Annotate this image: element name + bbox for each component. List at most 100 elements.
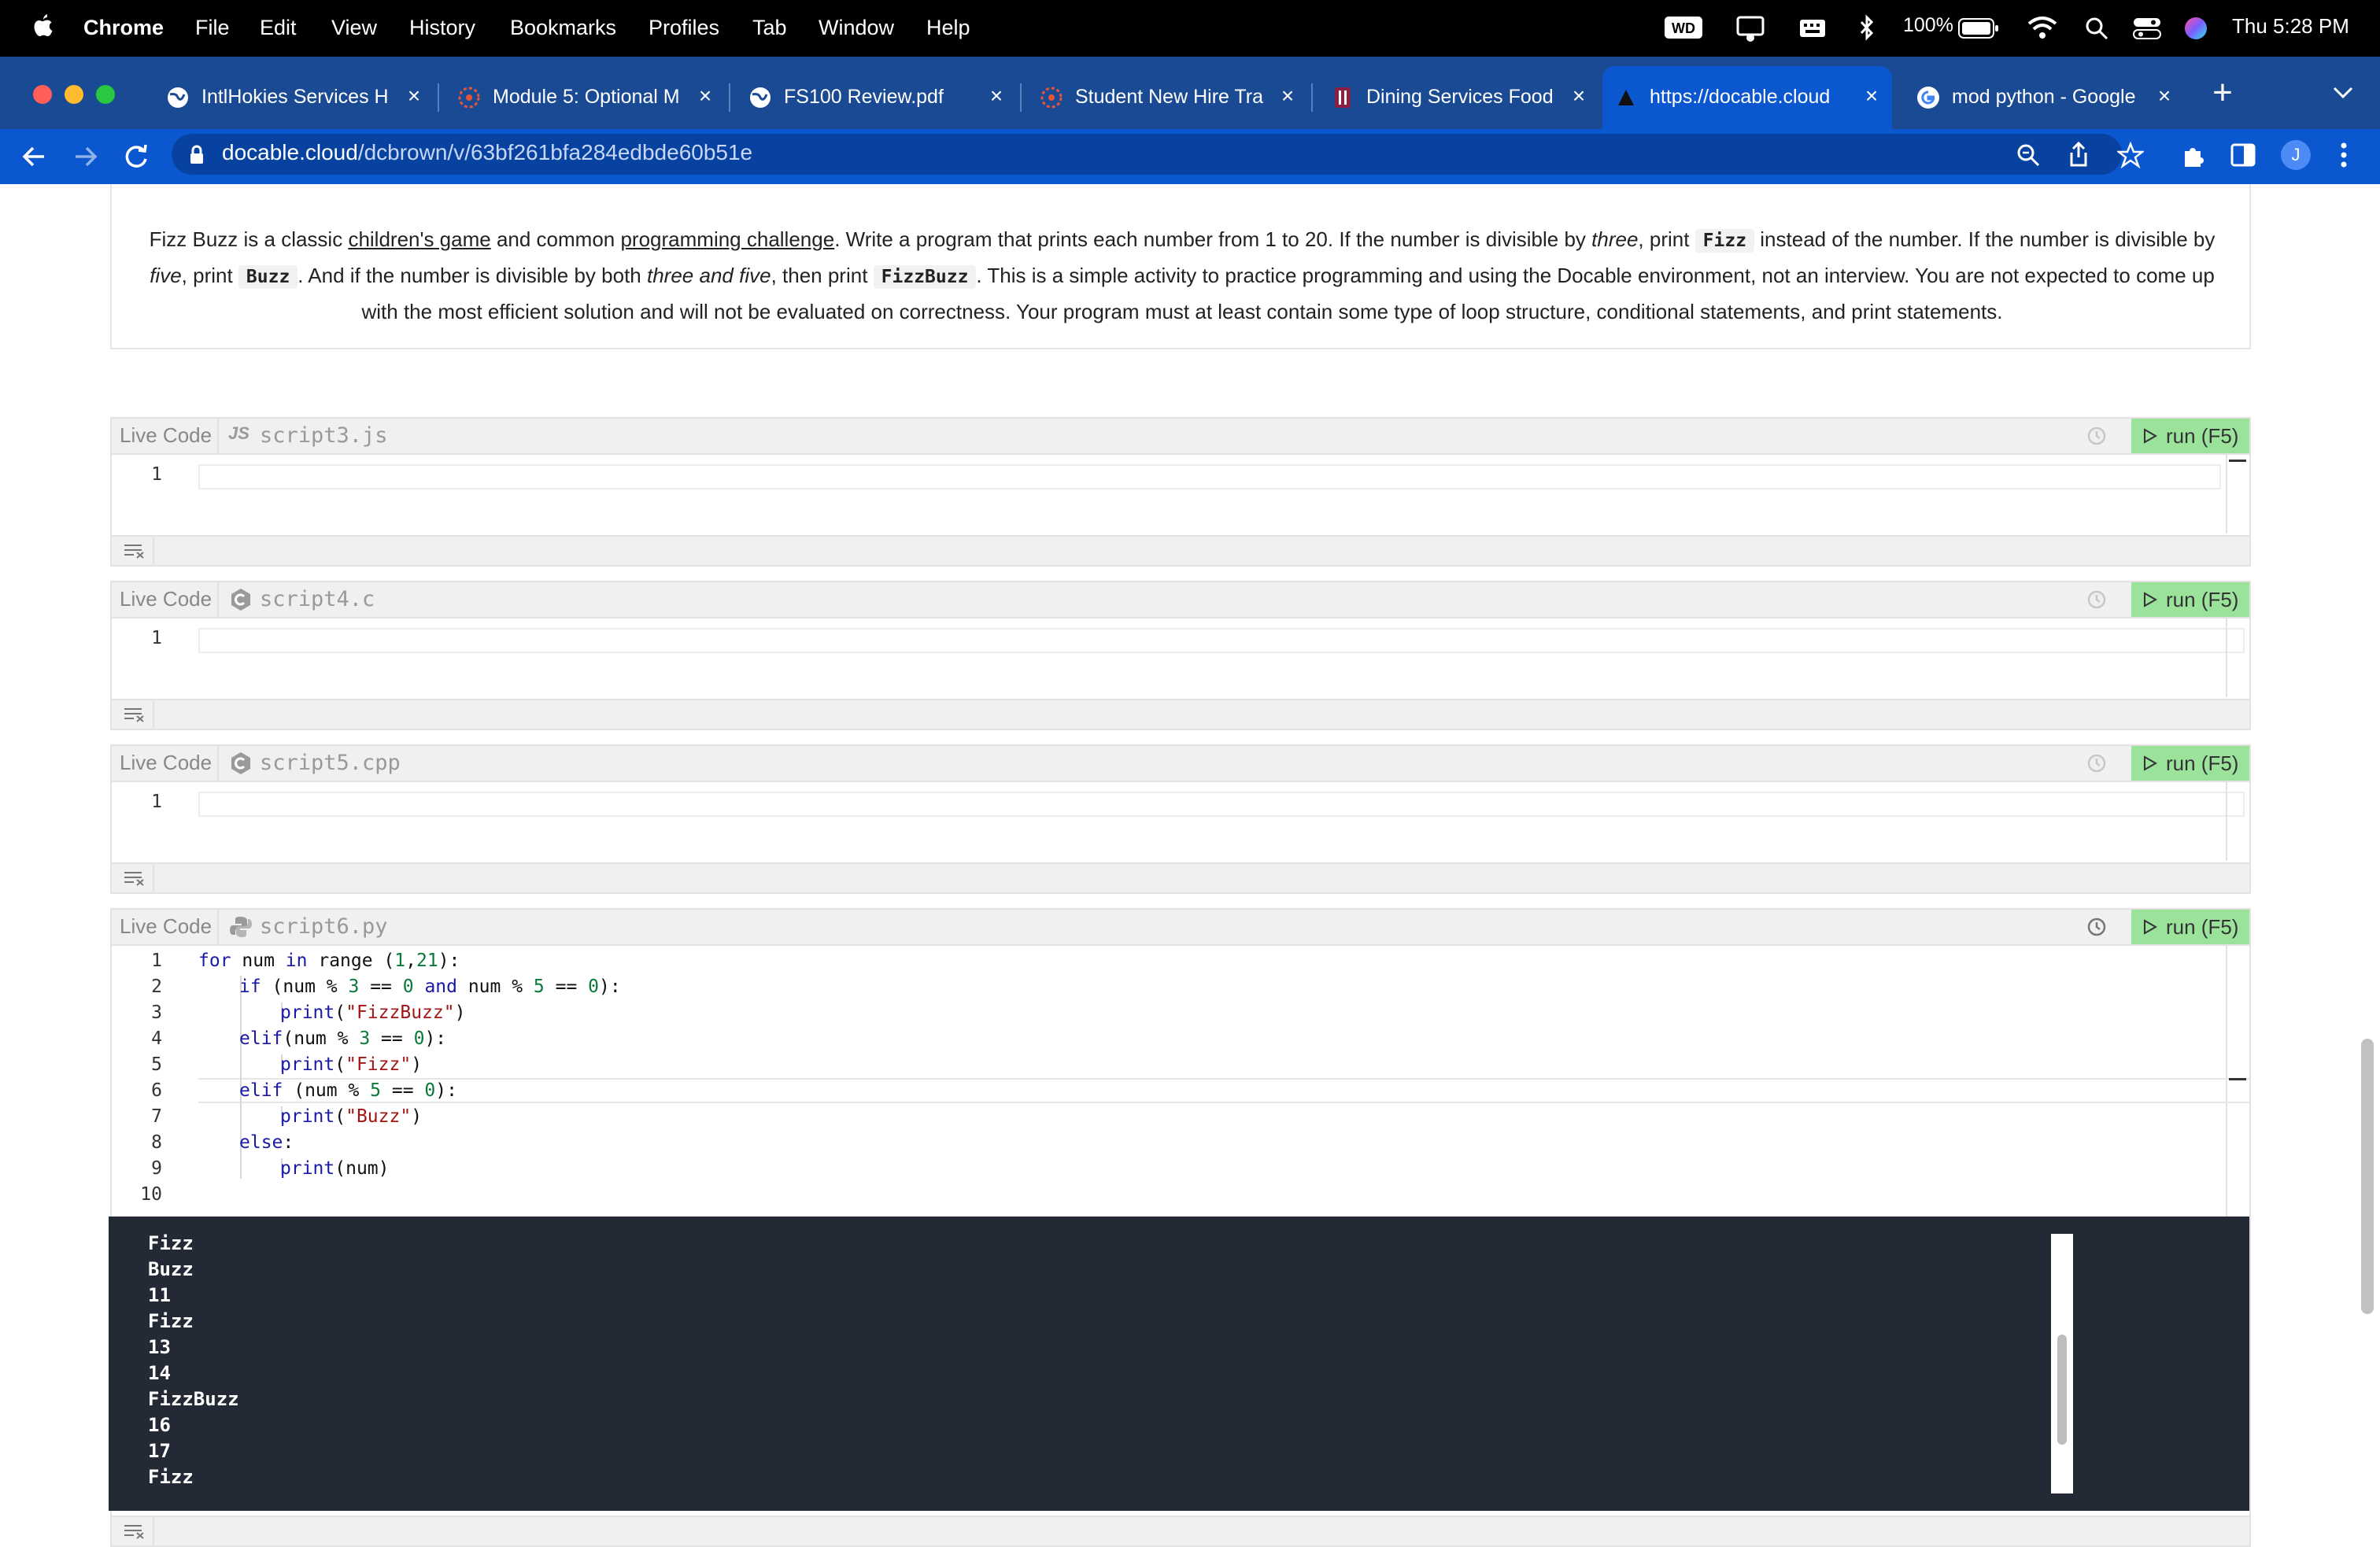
- extensions-puzzle-icon[interactable]: [2180, 142, 2207, 168]
- control-center-icon[interactable]: [2133, 16, 2161, 41]
- editor-scroll-marker: [2229, 460, 2246, 462]
- page-scrollbar-thumb[interactable]: [2361, 1039, 2374, 1314]
- bluetooth-icon[interactable]: [1859, 14, 1875, 42]
- new-tab-button[interactable]: +: [2207, 76, 2238, 110]
- history-icon[interactable]: [2086, 752, 2108, 774]
- menu-tab[interactable]: Tab: [752, 16, 787, 40]
- output-scrollbar-thumb[interactable]: [2057, 1335, 2067, 1445]
- run-button[interactable]: run (F5): [2131, 746, 2249, 781]
- clear-output-icon[interactable]: [123, 870, 145, 886]
- menu-help[interactable]: Help: [926, 16, 970, 40]
- tab-title: IntlHokies Services H: [201, 86, 389, 108]
- output-console[interactable]: Fizz Buzz 11 Fizz 13 14 FizzBuzz 16 17 F…: [109, 1217, 2249, 1511]
- menubar-clock: Thu 5:28 PM: [2232, 14, 2349, 38]
- tab-student-new-hire[interactable]: Student New Hire Tra ×: [1028, 66, 1308, 129]
- tab-close-button[interactable]: ×: [405, 84, 423, 108]
- code-editor[interactable]: 1: [112, 455, 2249, 534]
- wd-drive-icon[interactable]: WD: [1664, 16, 1703, 39]
- close-window-button[interactable]: [33, 85, 52, 104]
- tab-dining-services[interactable]: Dining Services Food ×: [1319, 66, 1599, 129]
- output-scrollbar[interactable]: [2051, 1234, 2073, 1493]
- editor-right-gutter: [2226, 455, 2227, 534]
- live-code-label: Live Code: [120, 751, 213, 774]
- tab-title: Module 5: Optional M: [493, 86, 680, 108]
- run-label: run (F5): [2166, 424, 2239, 448]
- docable-page: Fizz Buzz is a classic children's game a…: [0, 184, 2380, 1547]
- profile-avatar[interactable]: J: [2281, 140, 2311, 170]
- file-name: script4.c: [260, 587, 375, 611]
- zoom-icon[interactable]: [2016, 143, 2040, 167]
- clear-output-icon[interactable]: [123, 1523, 145, 1539]
- history-icon[interactable]: [2086, 425, 2108, 447]
- editor-scroll-marker: [2229, 1078, 2246, 1080]
- play-icon: [2144, 919, 2158, 935]
- inline-code-fizzbuzz: FizzBuzz: [873, 265, 977, 289]
- url-text[interactable]: docable.cloud/dcbrown/v/63bf261bfa284edb…: [222, 140, 752, 165]
- menu-profiles[interactable]: Profiles: [649, 16, 719, 40]
- code-editor[interactable]: 1: [112, 618, 2249, 697]
- menu-window[interactable]: Window: [819, 16, 894, 40]
- tab-search-chevron-icon[interactable]: [2331, 85, 2355, 101]
- code-editor[interactable]: 1 2 3 4 5 6 7 8 9 10 for num in range (1…: [112, 946, 2249, 1217]
- tab-module-5[interactable]: Module 5: Optional M ×: [445, 66, 726, 129]
- programming-challenge-link[interactable]: programming challenge: [620, 227, 834, 251]
- tab-close-button[interactable]: ×: [987, 84, 1006, 108]
- live-code-label: Live Code: [120, 423, 213, 447]
- tab-mod-python-google[interactable]: mod python - Google ×: [1905, 66, 2185, 129]
- spotlight-search-icon[interactable]: [2084, 16, 2109, 41]
- output-line: Buzz: [148, 1258, 194, 1280]
- keyboard-icon[interactable]: [1799, 17, 1826, 39]
- screen-mirroring-icon[interactable]: [1736, 14, 1768, 42]
- menu-app-name[interactable]: Chrome: [83, 16, 164, 40]
- tab-intlhokies[interactable]: IntlHokies Services H ×: [154, 66, 434, 129]
- side-panel-icon[interactable]: [2230, 143, 2256, 167]
- bookmark-star-icon[interactable]: [2117, 142, 2144, 168]
- clear-output-icon[interactable]: [123, 707, 145, 722]
- line-number: 1: [151, 792, 162, 812]
- tab-close-button[interactable]: ×: [1278, 84, 1297, 108]
- wifi-icon[interactable]: [2027, 16, 2057, 39]
- current-line-highlight: [198, 1078, 2249, 1103]
- share-icon[interactable]: [2067, 140, 2090, 168]
- inline-code-fizz: Fizz: [1694, 229, 1755, 253]
- current-line-highlight: [198, 464, 2221, 489]
- forward-arrow-icon[interactable]: [69, 140, 102, 173]
- code-line-9: print(num): [280, 1158, 390, 1179]
- menu-file[interactable]: File: [195, 16, 230, 40]
- code-line-1: for num in range (1,21):: [198, 951, 460, 971]
- tab-separator: [438, 83, 439, 112]
- tab-close-button[interactable]: ×: [1862, 84, 1881, 108]
- battery-icon[interactable]: [1958, 17, 1999, 39]
- zoom-window-button[interactable]: [96, 85, 115, 104]
- more-options-icon[interactable]: [2339, 142, 2349, 168]
- menu-edit[interactable]: Edit: [260, 16, 297, 40]
- tab-fs100-review[interactable]: FS100 Review.pdf ×: [737, 66, 1017, 129]
- tab-docable-active[interactable]: https://docable.cloud ×: [1602, 66, 1892, 131]
- reload-icon[interactable]: [120, 140, 153, 173]
- tab-close-button[interactable]: ×: [1569, 84, 1588, 108]
- menu-history[interactable]: History: [409, 16, 475, 40]
- tab-close-button[interactable]: ×: [696, 84, 715, 108]
- tab-separator: [1020, 83, 1022, 112]
- menu-bookmarks[interactable]: Bookmarks: [510, 16, 616, 40]
- back-arrow-icon[interactable]: [17, 140, 50, 173]
- run-button[interactable]: run (F5): [2131, 910, 2249, 944]
- cell-footer: [112, 862, 2249, 892]
- menu-view[interactable]: View: [331, 16, 377, 40]
- run-button[interactable]: run (F5): [2131, 419, 2249, 453]
- run-button[interactable]: run (F5): [2131, 582, 2249, 617]
- minimize-window-button[interactable]: [65, 85, 83, 104]
- history-icon[interactable]: [2086, 589, 2108, 611]
- clear-output-icon[interactable]: [123, 543, 145, 559]
- history-icon[interactable]: [2086, 916, 2108, 938]
- battery-percent: 100%: [1903, 14, 1953, 36]
- code-editor[interactable]: 1: [112, 782, 2249, 861]
- tab-close-button[interactable]: ×: [2155, 84, 2174, 108]
- cell-footer: [112, 535, 2249, 565]
- url-path: /dcbrown/v/63bf261bfa284edbde60b51e: [357, 140, 753, 164]
- apple-icon[interactable]: [30, 11, 55, 42]
- siri-icon[interactable]: [2183, 16, 2208, 41]
- childrens-game-link[interactable]: children's game: [348, 227, 490, 251]
- lock-icon[interactable]: [189, 145, 205, 165]
- play-icon: [2144, 428, 2158, 444]
